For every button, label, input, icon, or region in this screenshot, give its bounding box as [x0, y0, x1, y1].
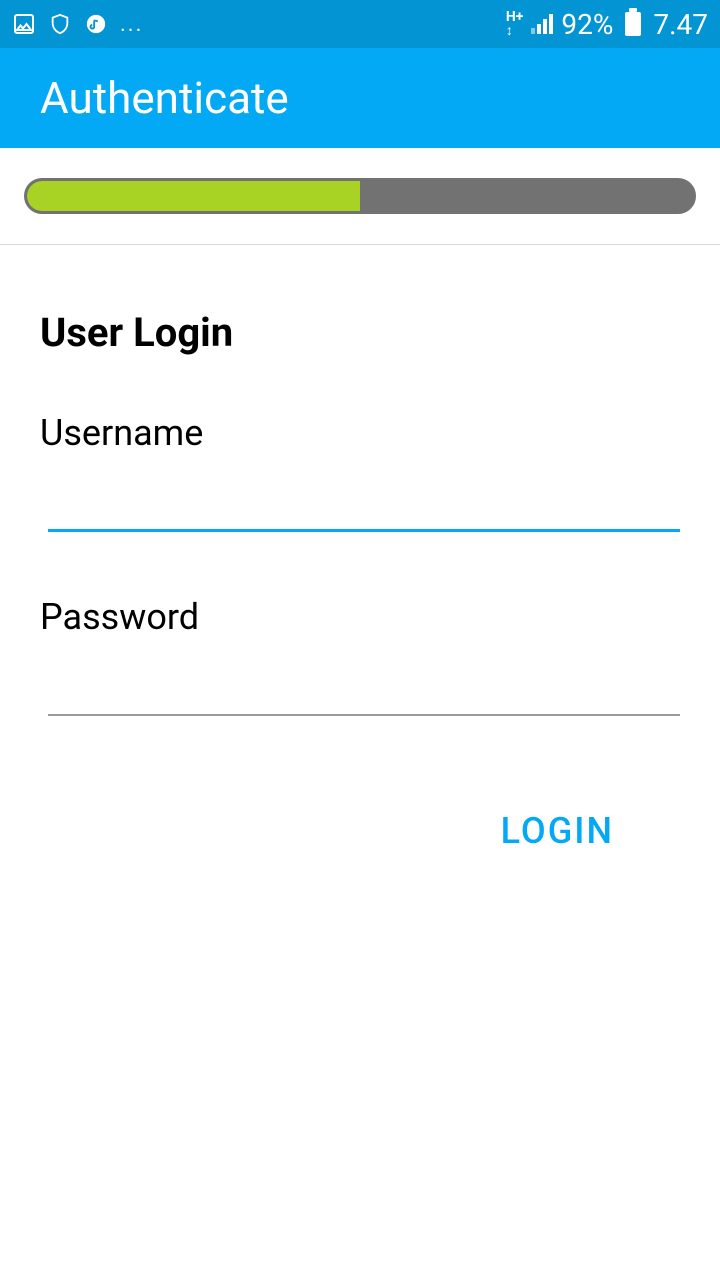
progress-bar: [24, 178, 696, 214]
status-left: ...: [12, 12, 143, 37]
login-heading: User Login: [40, 309, 680, 356]
app-title: Authenticate: [40, 72, 289, 124]
password-input[interactable]: [48, 658, 680, 716]
password-label: Password: [40, 596, 680, 638]
actions-row: LOGIN: [40, 810, 680, 852]
more-icon: ...: [120, 12, 143, 37]
app-bar: Authenticate: [0, 48, 720, 148]
image-icon: [12, 12, 36, 36]
status-bar: ... H+↕ 92% 7.47: [0, 0, 720, 48]
shield-icon: [48, 12, 72, 36]
username-input[interactable]: [48, 474, 680, 532]
clock: 7.47: [653, 8, 708, 41]
battery-percent: 92%: [561, 8, 613, 41]
progress-fill: [27, 181, 360, 211]
data-indicator-icon: H+↕: [506, 10, 524, 38]
signal-icon: [531, 14, 553, 34]
login-form: User Login Username Password LOGIN: [0, 245, 720, 852]
status-right: H+↕ 92% 7.47: [506, 8, 708, 41]
username-label: Username: [40, 412, 680, 454]
progress-section: [0, 148, 720, 245]
login-button[interactable]: LOGIN: [501, 810, 614, 852]
music-icon: [84, 12, 108, 36]
battery-icon: [625, 12, 641, 36]
